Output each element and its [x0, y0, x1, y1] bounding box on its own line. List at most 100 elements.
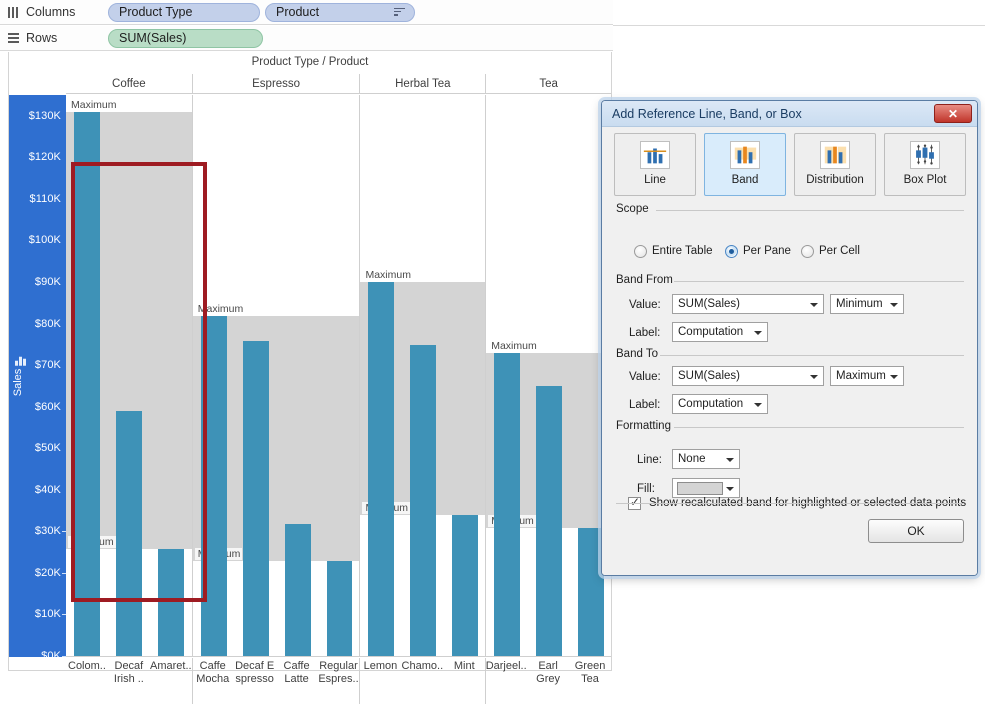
columns-shelf-label: Columns [0, 5, 100, 19]
radio-per-cell[interactable] [801, 245, 814, 258]
band-from-rule [674, 281, 964, 282]
y-axis-tick-label: $100K [28, 234, 61, 247]
bar-mark[interactable] [494, 353, 521, 657]
x-axis-tick-label[interactable]: Amaret.. [150, 660, 192, 673]
y-axis-tick-label: $10K [34, 608, 61, 621]
pill-sum-sales[interactable]: SUM(Sales) [108, 28, 263, 48]
line-chart-icon [640, 141, 670, 169]
x-axis-tick-label[interactable]: Mint [443, 660, 485, 673]
column-header-coffee[interactable]: Coffee [66, 74, 192, 93]
x-axis-tick-label[interactable]: Caffe Mocha [192, 660, 234, 686]
top-strip [613, 0, 985, 52]
dialog-divider [616, 503, 964, 504]
pane-coffee[interactable]: MaximumMinimum [66, 95, 192, 657]
tab-line[interactable]: Line [614, 133, 696, 196]
line-style-text: None [678, 453, 706, 465]
x-axis-labels: Colom.. Decaf Irish .. Amaret.. Caffe Mocha… [66, 658, 611, 704]
band-to-aggregation-text: Maximum [836, 370, 886, 382]
x-axis-tick-label[interactable]: Chamo.. [401, 660, 444, 673]
x-axis-tick-label[interactable]: Darjeel.. [485, 660, 527, 673]
y-axis-tick-label: $80K [34, 317, 61, 330]
y-axis-title-text: Sales [12, 368, 24, 397]
y-axis-tick-label: $40K [34, 483, 61, 496]
column-header-tea[interactable]: Tea [485, 74, 611, 93]
tab-band[interactable]: Band [704, 133, 786, 196]
columns-label-text: Columns [26, 5, 76, 19]
column-header-herbal-tea[interactable]: Herbal Tea [359, 74, 485, 93]
pane-separator [359, 658, 361, 704]
x-axis-line [66, 656, 611, 657]
band-from-value-text: SUM(Sales) [678, 298, 740, 310]
band-to-value-text: SUM(Sales) [678, 370, 740, 382]
band-to-label-combo[interactable]: Computation [672, 394, 768, 414]
pill-product[interactable]: Product [265, 2, 415, 22]
tab-label: Box Plot [903, 174, 947, 186]
sort-icon[interactable] [394, 7, 405, 18]
x-axis-tick-label[interactable]: Decaf E spresso [234, 660, 276, 686]
ok-button[interactable]: OK [868, 519, 964, 543]
y-axis-tick-label: $70K [34, 359, 61, 372]
x-axis-tick-label[interactable]: Earl Grey [527, 660, 569, 686]
band-from-label-combo[interactable]: Computation [672, 322, 768, 342]
pill-product-label: Product [276, 5, 320, 19]
x-axis-tick-label[interactable]: Caffe Latte [276, 660, 318, 686]
bar-mark[interactable] [536, 386, 563, 657]
band-maximum-label: Maximum [68, 98, 119, 111]
y-axis-tick-label: $0K [41, 650, 61, 662]
reference-type-tabs: Line Band Distribution Box Plot [614, 133, 966, 196]
bar-mark[interactable] [157, 548, 184, 657]
bar-mark[interactable] [452, 515, 479, 657]
fill-label: Fill: [637, 483, 655, 495]
tab-box-plot[interactable]: Box Plot [884, 133, 966, 196]
line-label: Line: [637, 454, 662, 466]
bar-mark[interactable] [284, 523, 311, 657]
radio-per-pane[interactable] [725, 245, 738, 258]
close-icon[interactable]: ✕ [934, 104, 972, 123]
rows-label-text: Rows [26, 31, 58, 45]
dialog-title-bar[interactable]: Add Reference Line, Band, or Box ✕ [602, 101, 977, 127]
measure-bar-icon [15, 356, 27, 366]
bar-mark[interactable] [200, 315, 227, 657]
y-axis-tick-label: $110K [29, 192, 61, 205]
pill-product-type[interactable]: Product Type [108, 2, 260, 22]
pill-sum-sales-label: SUM(Sales) [119, 31, 187, 45]
bar-mark[interactable] [368, 282, 395, 657]
bar-mark[interactable] [115, 411, 142, 657]
bar-mark[interactable] [410, 344, 437, 657]
x-axis-tick-label[interactable]: Regular Espres.. [318, 660, 360, 686]
fill-color-combo[interactable] [672, 478, 740, 498]
y-axis[interactable]: Sales $0K $10K $20K $30K $40K $50K $60K $70K $80… [9, 95, 66, 662]
y-axis-tick-label: $130K [28, 109, 61, 122]
pill-product-type-label: Product Type [119, 5, 193, 19]
band-from-value-label: Value: [629, 299, 661, 311]
pane-separator [191, 658, 193, 704]
x-axis-tick-label[interactable]: Colom.. [66, 660, 108, 673]
pane-espresso[interactable]: MaximumMinimum [191, 95, 360, 657]
y-axis-tick-label: $120K [28, 151, 61, 164]
bar-mark[interactable] [73, 111, 100, 657]
column-header-espresso[interactable]: Espresso [191, 74, 360, 93]
band-to-value-combo[interactable]: SUM(Sales) [672, 366, 824, 386]
x-axis-tick-label[interactable]: Lemon [359, 660, 401, 673]
radio-entire-table[interactable] [634, 245, 647, 258]
scope-heading: Scope [616, 203, 649, 215]
line-style-combo[interactable]: None [672, 449, 740, 469]
tab-distribution[interactable]: Distribution [794, 133, 876, 196]
band-to-aggregation-combo[interactable]: Maximum [830, 366, 904, 386]
band-from-value-combo[interactable]: SUM(Sales) [672, 294, 824, 314]
x-axis-tick-label[interactable]: Green Tea [569, 660, 611, 686]
bar-mark[interactable] [242, 340, 269, 657]
formatting-rule [674, 427, 964, 428]
band-to-value-label: Value: [629, 371, 661, 383]
bar-mark[interactable] [326, 561, 353, 657]
band-from-aggregation-combo[interactable]: Minimum [830, 294, 904, 314]
x-axis-tick-label[interactable]: Decaf Irish .. [108, 660, 150, 686]
columns-icon [8, 6, 20, 18]
y-axis-tick-label: $20K [34, 566, 61, 579]
pane-herbal-tea[interactable]: MaximumMinimum [359, 95, 486, 657]
plot-area[interactable]: MaximumMinimumMaximumMinimumMaximumMinim… [66, 95, 611, 657]
box-plot-icon [910, 141, 940, 169]
distribution-chart-icon [820, 141, 850, 169]
pane-tea[interactable]: MaximumMinimum [485, 95, 611, 657]
y-axis-title: Sales [12, 356, 30, 397]
